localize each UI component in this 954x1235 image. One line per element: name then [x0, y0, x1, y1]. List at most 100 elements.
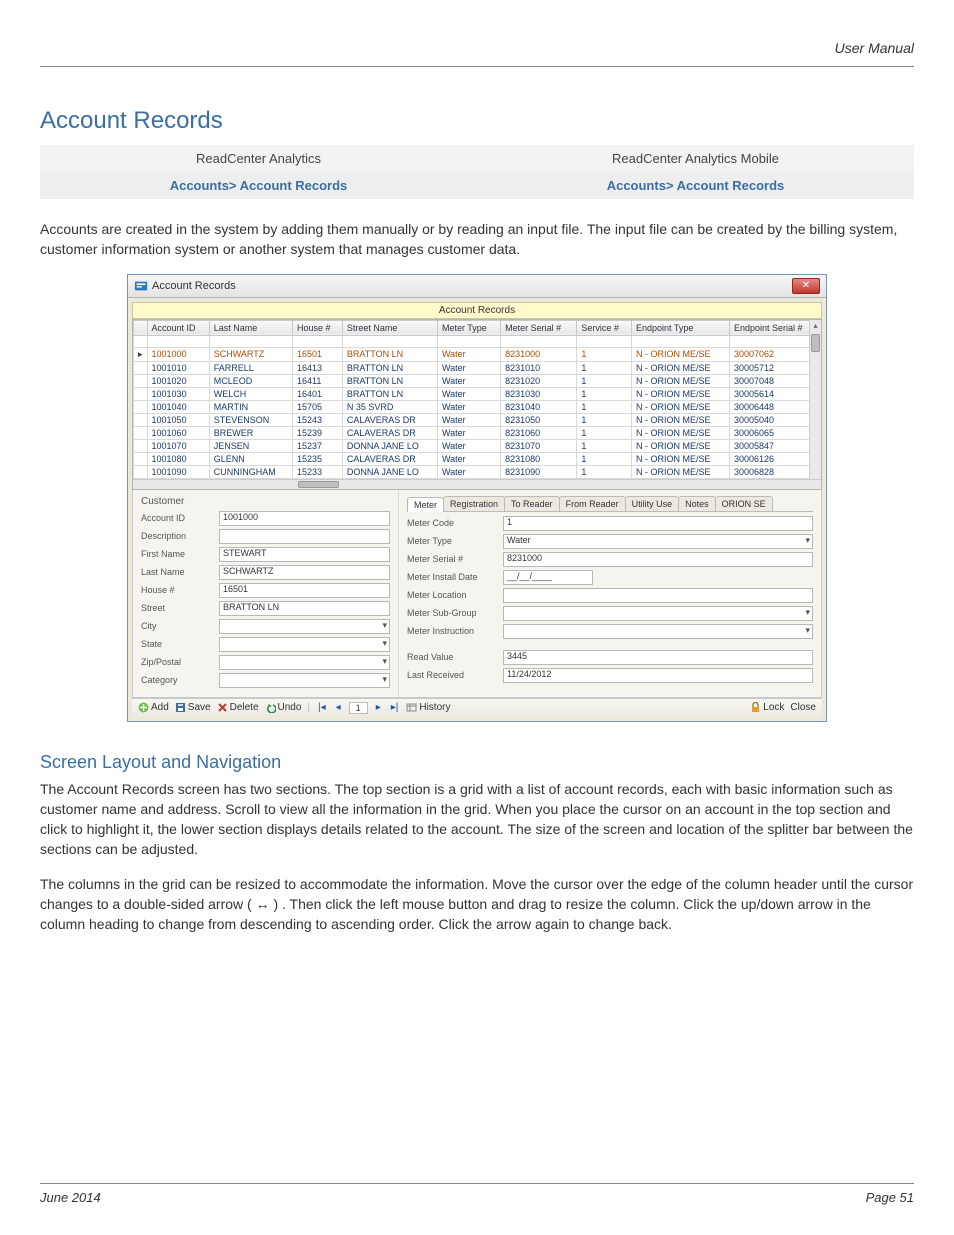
history-label: History	[419, 702, 450, 713]
input-category[interactable]	[219, 673, 390, 688]
column-header[interactable]: Account ID	[147, 320, 209, 335]
table-cell: 30005712	[729, 361, 820, 374]
scroll-up-icon[interactable]: ▴	[810, 320, 821, 332]
column-header[interactable]: House #	[293, 320, 343, 335]
input-meter-type[interactable]: Water	[503, 534, 813, 549]
row-marker	[134, 413, 148, 426]
column-header[interactable]: Meter Serial #	[501, 320, 577, 335]
table-cell: Water	[437, 465, 500, 478]
label-meter-type: Meter Type	[407, 536, 503, 546]
input-house[interactable]: 16501	[219, 583, 390, 598]
table-row[interactable]: 1001090CUNNINGHAM15233DONNA JANE LOWater…	[134, 465, 821, 478]
input-city[interactable]	[219, 619, 390, 634]
row-marker	[134, 361, 148, 374]
table-row[interactable]: 1001060BREWER15239CALAVERAS DRWater82310…	[134, 426, 821, 439]
input-state[interactable]	[219, 637, 390, 652]
table-cell: Water	[437, 387, 500, 400]
table-cell: WELCH	[209, 387, 292, 400]
column-header[interactable]: Meter Type	[437, 320, 500, 335]
hscroll-thumb[interactable]	[298, 481, 339, 488]
input-account-id[interactable]: 1001000	[219, 511, 390, 526]
meter-panel: MeterRegistrationTo ReaderFrom ReaderUti…	[398, 490, 821, 697]
table-cell: Water	[437, 347, 500, 361]
table-cell: 1001060	[147, 426, 209, 439]
table-cell: 1	[577, 426, 632, 439]
page-number[interactable]: 1	[349, 702, 368, 714]
page-title: Account Records	[40, 107, 914, 135]
add-label: Add	[151, 702, 169, 713]
undo-button[interactable]: Undo	[265, 702, 302, 713]
tab-notes[interactable]: Notes	[678, 496, 716, 511]
input-description[interactable]	[219, 529, 390, 544]
accounts-grid[interactable]: Account IDLast NameHouse #Street NameMet…	[133, 320, 821, 479]
close-button-toolbar[interactable]: Close	[790, 702, 816, 713]
column-header[interactable]: Endpoint Serial #	[729, 320, 820, 335]
input-meter-subgroup[interactable]	[503, 606, 813, 621]
table-row[interactable]: ▸1001000SCHWARTZ16501BRATTON LNWater8231…	[134, 347, 821, 361]
label-description: Description	[141, 531, 219, 541]
history-button[interactable]: History	[406, 702, 450, 713]
close-button[interactable]: ✕	[792, 278, 820, 294]
vertical-scrollbar[interactable]: ▴ ▾	[809, 320, 821, 489]
save-button[interactable]: Save	[175, 702, 211, 713]
input-meter-code[interactable]: 1	[503, 516, 813, 531]
table-cell: STEVENSON	[209, 413, 292, 426]
table-row[interactable]: 1001040MARTIN15705N 35 SVRDWater82310401…	[134, 400, 821, 413]
tab-to-reader[interactable]: To Reader	[504, 496, 560, 511]
table-row[interactable]: 1001010FARRELL16413BRATTON LNWater823101…	[134, 361, 821, 374]
nav-next-icon[interactable]: ▸	[374, 702, 383, 713]
input-street[interactable]: BRATTON LN	[219, 601, 390, 616]
table-cell: 30007062	[729, 347, 820, 361]
table-cell: CALAVERAS DR	[342, 426, 437, 439]
table-cell: 1	[577, 374, 632, 387]
add-button[interactable]: Add	[138, 702, 169, 713]
input-first-name[interactable]: STEWART	[219, 547, 390, 562]
label-meter-code: Meter Code	[407, 518, 503, 528]
input-last-received[interactable]: 11/24/2012	[503, 668, 813, 683]
column-header[interactable]: Service #	[577, 320, 632, 335]
table-row[interactable]: 1001080GLENN15235CALAVERAS DRWater823108…	[134, 452, 821, 465]
input-meter-location[interactable]	[503, 588, 813, 603]
label-zip: Zip/Postal	[141, 657, 219, 667]
tab-registration[interactable]: Registration	[443, 496, 505, 511]
nav-prev-icon[interactable]: ◂	[334, 702, 343, 713]
table-cell: N - ORION ME/SE	[631, 452, 729, 465]
tab-from-reader[interactable]: From Reader	[559, 496, 626, 511]
input-read-value[interactable]: 3445	[503, 650, 813, 665]
paragraph-2: The columns in the grid can be resized t…	[40, 874, 914, 935]
input-meter-serial[interactable]: 8231000	[503, 552, 813, 567]
table-cell: 1001000	[147, 347, 209, 361]
table-cell: Water	[437, 426, 500, 439]
tab-utility-use[interactable]: Utility Use	[625, 496, 680, 511]
table-cell: 15233	[293, 465, 343, 478]
horizontal-scrollbar[interactable]	[133, 479, 821, 489]
column-header[interactable]: Last Name	[209, 320, 292, 335]
table-cell: 30007048	[729, 374, 820, 387]
table-row[interactable]: 1001020MCLEOD16411BRATTON LNWater8231020…	[134, 374, 821, 387]
label-meter-install: Meter Install Date	[407, 572, 503, 582]
screenshot-window: Account Records ✕ Account Records ▴ ▾ Ac…	[127, 274, 827, 722]
nav-last-icon[interactable]: ▸|	[389, 702, 401, 713]
input-meter-instruction[interactable]	[503, 624, 813, 639]
column-header[interactable]: Street Name	[342, 320, 437, 335]
table-row[interactable]: 1001050STEVENSON15243CALAVERAS DRWater82…	[134, 413, 821, 426]
scroll-thumb[interactable]	[811, 334, 820, 352]
plus-icon	[138, 702, 149, 713]
input-meter-install[interactable]: __/__/____	[503, 570, 593, 585]
input-last-name[interactable]: SCHWARTZ	[219, 565, 390, 580]
table-cell: 1	[577, 347, 632, 361]
table-row[interactable]: 1001070JENSEN15237DONNA JANE LOWater8231…	[134, 439, 821, 452]
table-cell: N - ORION ME/SE	[631, 413, 729, 426]
input-zip[interactable]	[219, 655, 390, 670]
tab-meter[interactable]: Meter	[407, 497, 444, 512]
table-cell: 1	[577, 413, 632, 426]
table-row[interactable]: 1001030WELCH16401BRATTON LNWater82310301…	[134, 387, 821, 400]
nav-first-icon[interactable]: |◂	[316, 702, 328, 713]
lock-button[interactable]: Lock	[750, 702, 784, 713]
tab-orion-se[interactable]: ORION SE	[715, 496, 773, 511]
column-header[interactable]: Endpoint Type	[631, 320, 729, 335]
delete-button[interactable]: Delete	[217, 702, 259, 713]
table-cell: JENSEN	[209, 439, 292, 452]
table-cell: 1	[577, 465, 632, 478]
label-state: State	[141, 639, 219, 649]
